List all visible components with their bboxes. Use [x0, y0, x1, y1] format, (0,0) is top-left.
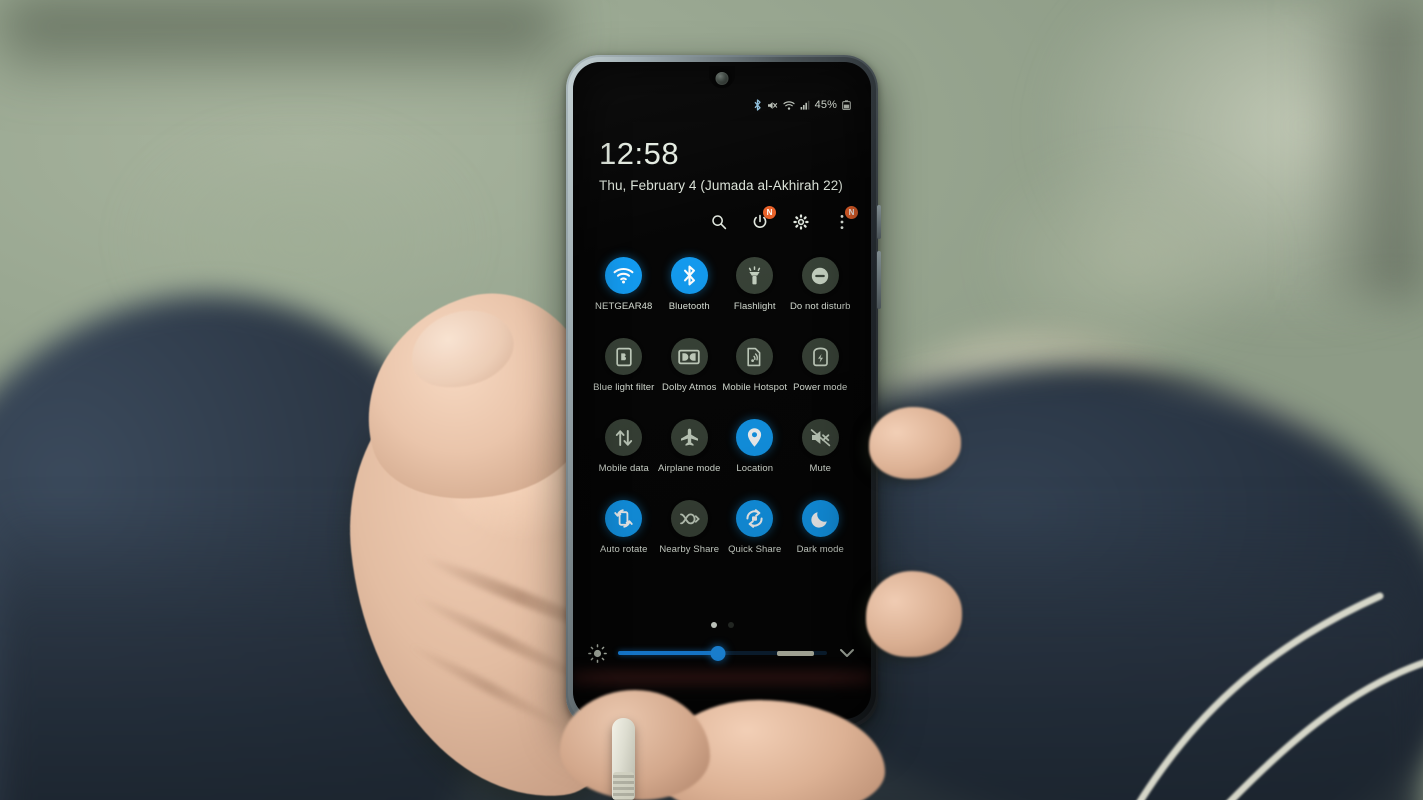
airplane-mode-icon [670, 419, 708, 456]
quick-tile-dark-mode[interactable]: Dark mode [788, 500, 854, 555]
quick-tile-blue-light-filter[interactable]: Blue light filter [591, 338, 657, 393]
page-indicator [573, 622, 871, 628]
header-actions: N N [709, 206, 858, 231]
power-notification-badge: N [763, 206, 776, 219]
wifi-icon [783, 100, 795, 111]
power-mode-icon [801, 338, 839, 375]
quick-tile-location[interactable]: Location [722, 419, 788, 474]
quick-tile-label: Mobile Hotspot [722, 382, 788, 393]
cellular-signal-icon [800, 100, 810, 110]
quick-tile-auto-rotate[interactable]: Auto rotate [591, 500, 657, 555]
power-button[interactable] [877, 205, 881, 239]
mobile-data-icon [605, 419, 643, 456]
quick-tile-label: Location [736, 463, 774, 474]
search-icon[interactable] [709, 212, 728, 231]
quick-tile-label: Airplane mode [657, 463, 721, 474]
chevron-down-icon[interactable] [837, 643, 857, 663]
background-edge-right [1303, 0, 1423, 300]
mobile-hotspot-icon [736, 338, 774, 375]
quick-tile-label: NETGEAR48 [595, 301, 653, 312]
blue-light-filter-icon [605, 338, 643, 375]
battery-percent-label: 45% [814, 99, 837, 111]
quick-tile-label: Quick Share [728, 544, 782, 555]
quick-tile-label: Auto rotate [599, 544, 648, 555]
wifi-icon [605, 257, 643, 294]
quick-tile-label: Mute [809, 463, 832, 474]
power-icon[interactable]: N [750, 206, 776, 231]
quick-tile-airplane-mode[interactable]: Airplane mode [657, 419, 723, 474]
brightness-row [587, 642, 857, 664]
quick-tile-label: Bluetooth [668, 301, 710, 312]
quick-tile-label: Flashlight [733, 301, 776, 312]
volume-button[interactable] [877, 251, 881, 309]
clock-block: 12:58 Thu, February 4 (Jumada al-Akhirah… [599, 138, 843, 193]
bluetooth-icon [753, 99, 762, 111]
clock-date: Thu, February 4 (Jumada al-Akhirah 22) [599, 178, 843, 193]
nearby-share-icon [670, 500, 708, 537]
finger [869, 407, 961, 479]
quick-tile-label: Power mode [793, 382, 848, 393]
front-camera-icon [715, 72, 729, 85]
quick-share-icon [736, 500, 774, 537]
quick-tile-label: Dolby Atmos [662, 382, 717, 393]
quick-tile-label: Blue light filter [593, 382, 655, 393]
clock-time: 12:58 [599, 136, 680, 171]
quick-tile-quick-share[interactable]: Quick Share [722, 500, 788, 555]
flashlight-icon [736, 257, 774, 294]
quick-tile-label: Mobile data [598, 463, 649, 474]
phone-screen[interactable]: 45% 12:58 Thu, February 4 (Jumada al-Akh… [573, 62, 871, 719]
quick-tile-mobile-hotspot[interactable]: Mobile Hotspot [722, 338, 788, 393]
headphone-cable [1130, 570, 1423, 800]
do-not-disturb-icon [801, 257, 839, 294]
finger [866, 571, 962, 657]
auto-rotate-icon [605, 500, 643, 537]
quick-tile-nearby-share[interactable]: Nearby Share [657, 500, 723, 555]
more-options-icon[interactable]: N [832, 206, 858, 231]
screen-glint [776, 650, 815, 656]
quick-tile-label: Nearby Share [659, 544, 720, 555]
location-icon [736, 419, 774, 456]
quick-tile-label: Dark mode [796, 544, 844, 555]
screen-reflection [573, 665, 871, 691]
quick-tile-mobile-data[interactable]: Mobile data [591, 419, 657, 474]
quick-tile-mute[interactable]: Mute [788, 419, 854, 474]
more-options-notification-badge: N [845, 206, 858, 219]
quick-tile-flashlight[interactable]: Flashlight [722, 257, 788, 312]
photo-scene: 45% 12:58 Thu, February 4 (Jumada al-Akh… [0, 0, 1423, 800]
gear-icon[interactable] [791, 212, 810, 231]
mute-icon [801, 419, 839, 456]
page-dot-active[interactable] [710, 622, 717, 628]
quick-tile-wifi[interactable]: NETGEAR48 [591, 257, 657, 312]
brightness-slider[interactable] [618, 642, 827, 664]
slider-thumb[interactable] [710, 645, 726, 661]
quick-tile-dolby-atmos[interactable]: Dolby Atmos [657, 338, 723, 393]
background-shadow-top [0, 0, 560, 90]
quick-settings-grid: NETGEAR48 Bluetooth Flashlight Do not di… [591, 257, 853, 555]
bluetooth-icon [670, 257, 708, 294]
quick-tile-do-not-disturb[interactable]: Do not disturb [788, 257, 854, 312]
headphone-jack-grip [613, 772, 634, 800]
sound-off-icon [767, 100, 778, 111]
dolby-atmos-icon [670, 338, 708, 375]
battery-icon [842, 100, 851, 110]
status-bar: 45% [573, 96, 871, 114]
page-dot[interactable] [727, 622, 734, 628]
brightness-icon [587, 643, 608, 664]
smartphone: 45% 12:58 Thu, February 4 (Jumada al-Akh… [566, 55, 881, 727]
dark-mode-icon [801, 500, 839, 537]
quick-tile-label: Do not disturb [789, 301, 851, 312]
quick-tile-power-mode[interactable]: Power mode [788, 338, 854, 393]
slider-fill [618, 651, 719, 655]
quick-tile-bluetooth[interactable]: Bluetooth [657, 257, 723, 312]
